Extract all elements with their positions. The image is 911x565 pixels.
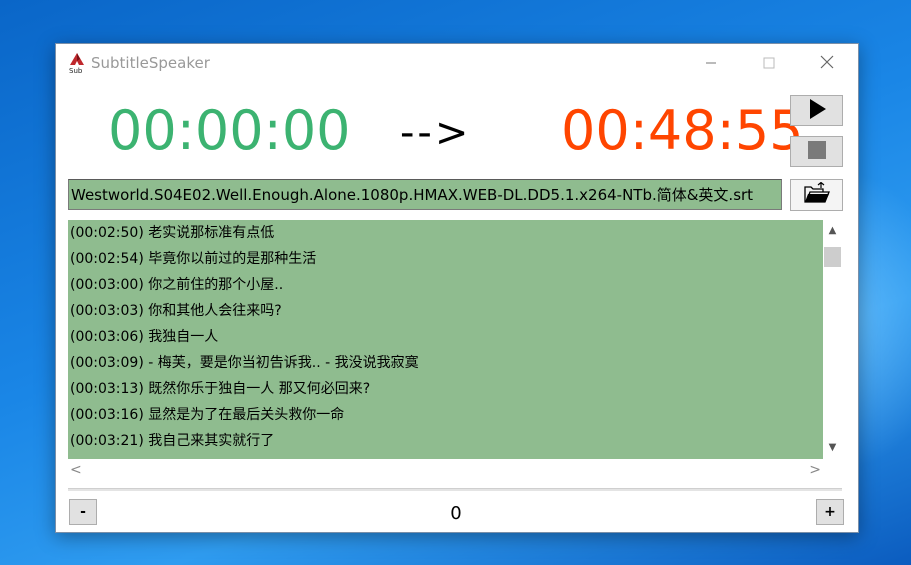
minimize-button[interactable] [688,47,734,79]
subtitle-row[interactable]: (00:02:54) 毕竟你以前过的是那种生活 [68,246,823,272]
subtitle-text: 我自己来其实就行了 [148,433,275,449]
subtitle-list[interactable]: (00:02:50) 老实说那标准有点低 (00:02:54) 毕竟你以前过的是那… [68,220,823,459]
time-arrow: --> [400,110,472,156]
maximize-button[interactable] [746,47,792,79]
start-time: 00:00:00 [108,99,351,162]
subtitle-row[interactable]: (00:03:13) 既然你乐于独自一人 那又何必回来? [68,376,823,402]
close-icon [820,54,834,73]
subtitle-time: (00:03:21) [70,433,144,449]
subtitle-time: (00:03:00) [70,277,144,293]
stop-button[interactable] [790,136,843,167]
maximize-icon [763,54,775,73]
subtitle-time: (00:03:09) [70,355,144,371]
stop-icon [807,140,826,163]
vertical-scrollbar[interactable]: ▲ ▼ [823,220,842,459]
subtitle-time: (00:03:16) [70,407,144,423]
offset-counter: 0 [450,503,462,524]
subtitle-row[interactable]: (00:03:03) 你和其他人会往来吗? [68,298,823,324]
subtitle-row[interactable]: (00:02:50) 老实说那标准有点低 [68,220,823,246]
subtitle-text: 显然是为了在最后关头救你一命 [148,407,345,423]
app-logo-icon: Sub [68,52,86,75]
subtitle-text: 老实说那标准有点低 [148,225,275,241]
subtitle-text: - 梅芙，要是你当初告诉我.. - 我没说我寂寞 [148,355,419,371]
subtitle-time: (00:03:06) [70,329,144,345]
subtitle-list-container: (00:02:50) 老实说那标准有点低 (00:02:54) 毕竟你以前过的是那… [68,220,842,459]
subtitle-row[interactable]: (00:03:00) 你之前住的那个小屋.. [68,272,823,298]
close-button[interactable] [804,47,850,79]
increase-button[interactable]: + [816,499,844,525]
open-folder-icon [803,181,831,208]
subtitle-row[interactable]: (00:03:16) 显然是为了在最后关头救你一命 [68,402,823,428]
subtitle-time: (00:03:13) [70,381,144,397]
end-time: 00:48:55 [561,99,804,162]
title-bar[interactable]: Sub SubtitleSpeaker [56,44,858,82]
decrease-button[interactable]: - [69,499,97,525]
subtitle-row[interactable]: (00:03:09) - 梅芙，要是你当初告诉我.. - 我没说我寂寞 [68,350,823,376]
scroll-left-icon[interactable]: < [70,462,82,478]
subtitle-row[interactable]: (00:03:21) 我自己来其实就行了 [68,428,823,454]
scroll-down-icon[interactable]: ▼ [823,441,842,455]
horizontal-scrollbar[interactable]: < > [68,459,823,481]
app-window: Sub SubtitleSpeaker 00:00:00 --> 00:48:5… [55,43,859,533]
subtitle-time: (00:02:54) [70,251,144,267]
subtitle-text: 既然你乐于独自一人 那又何必回来? [148,381,371,397]
divider [68,488,842,491]
subtitle-time: (00:02:50) [70,225,144,241]
scroll-right-icon[interactable]: > [809,462,821,478]
svg-text:Sub: Sub [69,67,83,74]
minimize-icon [705,54,717,73]
subtitle-text: 我独自一人 [148,329,219,345]
window-title: SubtitleSpeaker [91,54,210,72]
scroll-up-icon[interactable]: ▲ [823,224,842,238]
scroll-thumb[interactable] [824,247,841,267]
subtitle-text: 毕竟你以前过的是那种生活 [148,251,317,267]
subtitle-row[interactable]: (00:03:06) 我独自一人 [68,324,823,350]
subtitle-time: (00:03:03) [70,303,144,319]
subtitle-text: 你和其他人会往来吗? [148,303,282,319]
play-button[interactable] [790,95,843,126]
subtitle-text: 你之前住的那个小屋.. [148,277,284,293]
open-file-button[interactable] [790,179,843,211]
subtitle-file-field[interactable]: Westworld.S04E02.Well.Enough.Alone.1080p… [68,179,782,210]
play-icon [807,98,827,124]
